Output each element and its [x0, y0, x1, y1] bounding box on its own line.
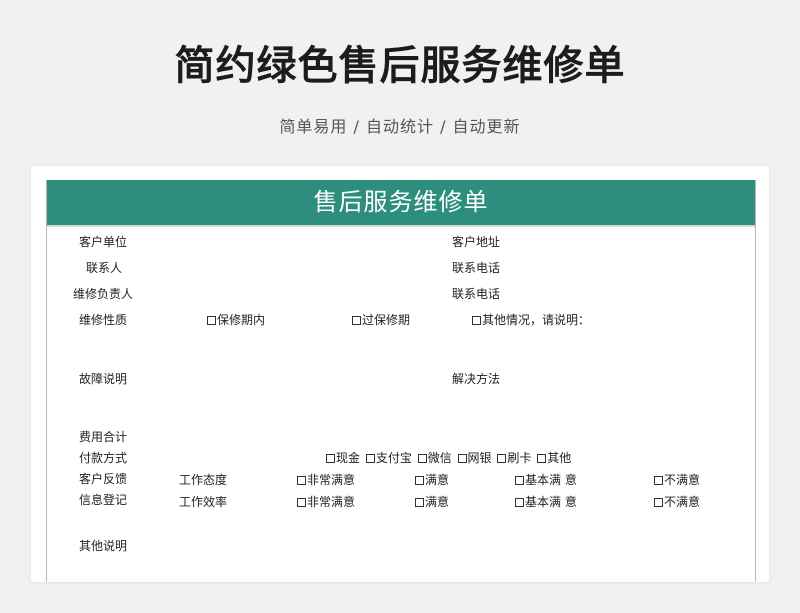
checkbox-icon[interactable] — [415, 476, 424, 485]
checkbox-icon[interactable] — [654, 498, 663, 507]
checkbox-attitude-satisfied[interactable]: 满意 — [415, 471, 449, 488]
checkbox-icon[interactable] — [297, 476, 306, 485]
checkbox-card[interactable]: 刷卡 — [497, 451, 531, 465]
checkbox-icon[interactable] — [297, 498, 306, 507]
label-fee-total: 费用合计 — [79, 430, 128, 444]
checkbox-in-warranty[interactable]: 保修期内 — [207, 311, 265, 328]
label-work-efficiency: 工作效率 — [179, 495, 228, 509]
checkbox-out-warranty[interactable]: 过保修期 — [352, 311, 410, 328]
checkbox-icon[interactable] — [365, 454, 375, 463]
repair-form-sheet: 售后服务维修单 客户单位 客户地址 联系人 联系电话 维修负责人 联系电话 维修… — [46, 180, 756, 582]
checkbox-icon[interactable] — [497, 454, 507, 463]
label-customer-unit: 客户单位 — [79, 235, 128, 249]
label-repair-phone: 联系电话 — [452, 287, 501, 301]
checkbox-icon[interactable] — [515, 498, 524, 507]
checkbox-efficiency-satisfied[interactable]: 满意 — [415, 493, 449, 510]
checkbox-icon[interactable] — [537, 454, 547, 463]
checkbox-attitude-basic[interactable]: 基本满 意 — [515, 471, 577, 488]
label-solution: 解决方法 — [452, 372, 501, 386]
label-info-register: 信息登记 — [79, 493, 128, 507]
checkbox-icon[interactable] — [515, 476, 524, 485]
checkbox-icon[interactable] — [207, 316, 216, 325]
checkbox-online-bank[interactable]: 网银 — [457, 451, 492, 465]
label-other-desc: 其他说明 — [79, 539, 128, 553]
label-repair-nature: 维修性质 — [79, 313, 128, 327]
label-work-attitude: 工作态度 — [179, 473, 228, 487]
checkbox-cash[interactable]: 现金 — [326, 451, 360, 465]
label-fault-desc: 故障说明 — [79, 372, 128, 386]
checkbox-icon[interactable] — [417, 454, 427, 463]
checkbox-attitude-very-satisfied[interactable]: 非常满意 — [297, 471, 355, 488]
label-feedback: 客户反馈 — [79, 472, 128, 486]
form-card: 售后服务维修单 客户单位 客户地址 联系人 联系电话 维修负责人 联系电话 维修… — [31, 166, 769, 582]
checkbox-icon[interactable] — [352, 316, 361, 325]
checkbox-icon[interactable] — [654, 476, 663, 485]
label-customer-address: 客户地址 — [452, 235, 501, 249]
page-subtitle: 简单易用 / 自动统计 / 自动更新 — [279, 117, 521, 136]
form-banner: 售后服务维修单 — [47, 180, 755, 227]
checkbox-wechat[interactable]: 微信 — [417, 451, 452, 465]
checkbox-efficiency-basic[interactable]: 基本满 意 — [515, 493, 577, 510]
checkbox-attitude-unsatisfied[interactable]: 不满意 — [654, 471, 700, 488]
label-repair-person: 维修负责人 — [73, 287, 134, 301]
label-contact-person: 联系人 — [86, 261, 123, 275]
page-title: 简约绿色售后服务维修单 — [174, 43, 626, 89]
checkbox-icon[interactable] — [457, 454, 467, 463]
checkbox-efficiency-very-satisfied[interactable]: 非常满意 — [297, 493, 355, 510]
label-contact-phone: 联系电话 — [452, 261, 501, 275]
payment-options: 现金 支付宝 微信 网银 刷卡 其他 — [326, 449, 573, 466]
checkbox-icon[interactable] — [472, 316, 481, 325]
checkbox-icon[interactable] — [415, 498, 424, 507]
checkbox-other-payment[interactable]: 其他 — [537, 451, 571, 465]
checkbox-other-situation[interactable]: 其他情况，请说明： — [472, 311, 590, 328]
checkbox-icon[interactable] — [326, 454, 335, 463]
label-payment-method: 付款方式 — [79, 451, 128, 465]
checkbox-alipay[interactable]: 支付宝 — [365, 451, 412, 465]
checkbox-efficiency-unsatisfied[interactable]: 不满意 — [654, 493, 700, 510]
